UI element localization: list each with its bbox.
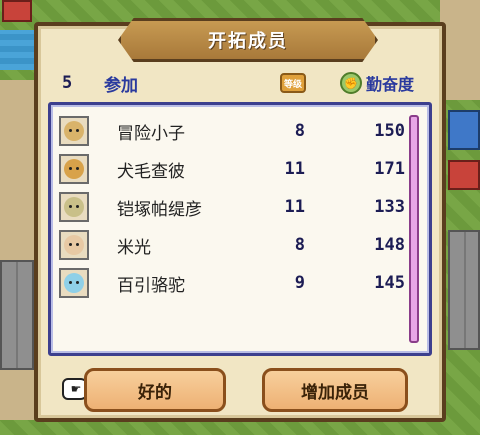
member-row[interactable]: 百引骆驼 9 145 [51,265,411,301]
member-diligence: 150 [374,121,405,141]
diligence-column-label: 勤奋度 [366,75,415,94]
member-row[interactable]: 冒险小子 8 150 [51,113,411,149]
member-avatar [59,192,89,222]
member-list[interactable]: 冒险小子 8 150 犬毛查彼 11 171 铠塚帕缇彦 11 133 米光 8… [48,102,432,356]
member-avatar [59,154,89,184]
member-dialog: 开拓成员 5 参加 等级 ✊ 勤奋度 冒险小子 8 150 犬毛查彼 11 17… [34,18,446,422]
member-name: 铠塚帕缇彦 [117,199,202,220]
ok-button[interactable]: 好的 [84,368,226,412]
list-header: 5 参加 等级 ✊ 勤奋度 [38,66,442,100]
member-diligence: 145 [374,273,405,293]
dialog-title: 开拓成员 [208,31,288,52]
member-name: 米光 [117,237,151,258]
participant-label: 参加 [104,75,138,96]
member-name: 犬毛查彼 [117,161,185,182]
member-diligence: 171 [374,159,405,179]
member-avatar [59,116,89,146]
road [440,0,480,100]
level-column-badge: 等级 [280,73,306,93]
member-row[interactable]: 铠塚帕缇彦 11 133 [51,189,411,225]
list-scrollbar[interactable] [409,115,419,343]
member-row[interactable]: 米光 8 148 [51,227,411,263]
town-wall [0,260,34,370]
member-level: 8 [294,235,305,255]
dialog-title-plate: 开拓成员 [118,18,378,62]
member-level: 8 [294,121,305,141]
muscle-icon: ✊ [340,72,362,94]
member-avatar [59,268,89,298]
member-level: 11 [284,197,305,217]
member-row[interactable]: 犬毛查彼 11 171 [51,151,411,187]
member-level: 11 [284,159,305,179]
member-avatar [59,230,89,260]
member-level: 9 [294,273,305,293]
building-roof [448,160,480,190]
building-roof [448,110,480,150]
member-diligence: 148 [374,235,405,255]
member-diligence: 133 [374,197,405,217]
building-roof [2,0,32,22]
add-member-button[interactable]: 增加成员 [262,368,408,412]
member-name: 百引骆驼 [117,275,185,296]
town-wall [448,230,480,350]
member-name: 冒险小子 [117,123,185,144]
participant-count: 5 [62,73,73,93]
